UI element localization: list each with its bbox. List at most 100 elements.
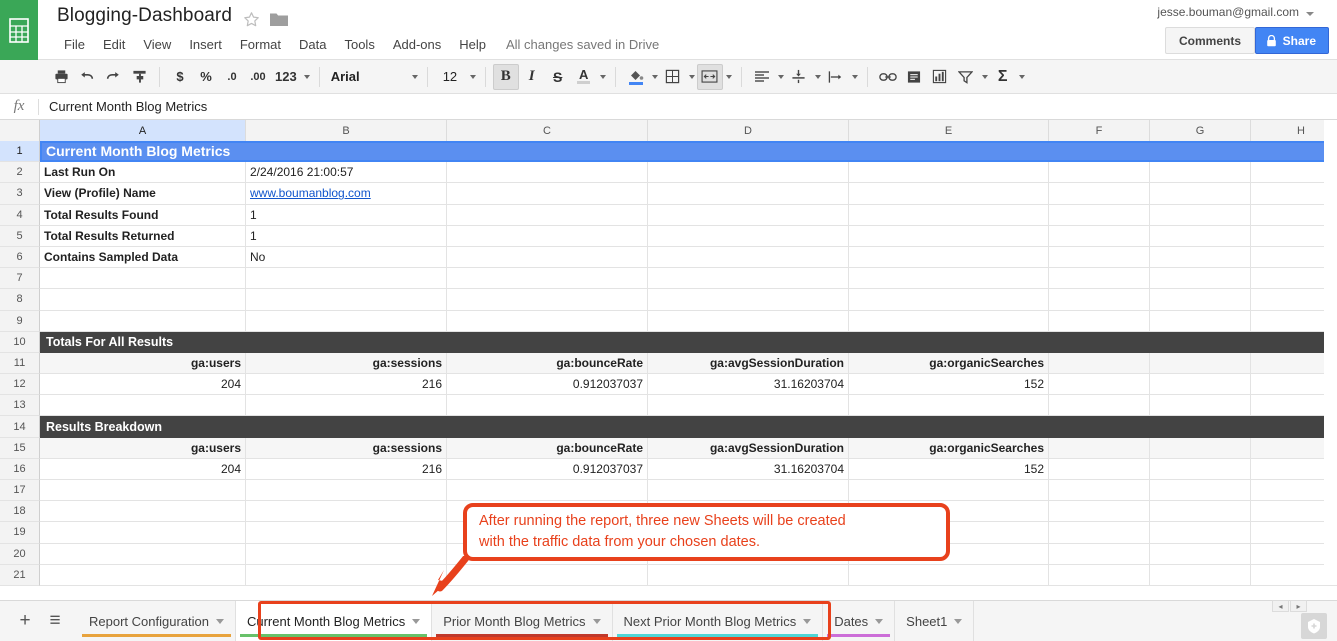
cell-G13[interactable] xyxy=(1150,395,1251,416)
row-header-8[interactable]: 8 xyxy=(0,289,40,310)
chevron-down-icon[interactable] xyxy=(1306,12,1314,16)
cell-D15[interactable]: ga:avgSessionDuration xyxy=(648,438,849,459)
cell-F16[interactable] xyxy=(1049,459,1150,480)
cell-G21[interactable] xyxy=(1150,565,1251,586)
cell-C17[interactable] xyxy=(447,480,648,501)
cell-D7[interactable] xyxy=(648,268,849,289)
percent-format-button[interactable]: % xyxy=(193,64,219,90)
row-header-11[interactable]: 11 xyxy=(0,353,40,374)
cell-D8[interactable] xyxy=(648,289,849,310)
strikethrough-button[interactable]: S xyxy=(545,64,571,90)
comment-icon[interactable] xyxy=(901,64,927,90)
cell-E2[interactable] xyxy=(849,162,1049,183)
cell-B9[interactable] xyxy=(246,311,447,332)
account-email[interactable]: jesse.bouman@gmail.com xyxy=(1157,5,1299,19)
cell-E4[interactable] xyxy=(849,205,1049,226)
cell-A13[interactable] xyxy=(40,395,246,416)
cell-E6[interactable] xyxy=(849,247,1049,268)
row-header-19[interactable]: 19 xyxy=(0,522,40,543)
all-sheets-button[interactable]: ≡ xyxy=(40,606,70,636)
cell-G4[interactable] xyxy=(1150,205,1251,226)
font-family-select[interactable]: Arial xyxy=(327,69,409,84)
cell-F8[interactable] xyxy=(1049,289,1150,310)
scroll-right-button[interactable]: ▸ xyxy=(1290,600,1307,612)
merge-cells-icon[interactable] xyxy=(697,64,723,90)
cell-E3[interactable] xyxy=(849,183,1049,204)
cell-G15[interactable] xyxy=(1150,438,1251,459)
cell-D3[interactable] xyxy=(648,183,849,204)
row-header-13[interactable]: 13 xyxy=(0,395,40,416)
cell-F5[interactable] xyxy=(1049,226,1150,247)
fill-color-caret-icon[interactable] xyxy=(652,75,658,79)
row-header-4[interactable]: 4 xyxy=(0,205,40,226)
sheet-tab-caret-icon[interactable] xyxy=(954,619,962,624)
cell-B6[interactable]: No xyxy=(246,247,447,268)
formula-input[interactable] xyxy=(39,99,1337,114)
sheet-tab-caret-icon[interactable] xyxy=(216,619,224,624)
cell-A17[interactable] xyxy=(40,480,246,501)
cell-C2[interactable] xyxy=(447,162,648,183)
row-header-14[interactable]: 14 xyxy=(0,416,40,437)
cell-G12[interactable] xyxy=(1150,374,1251,395)
sheet-tab-caret-icon[interactable] xyxy=(593,619,601,624)
cell-B11[interactable]: ga:sessions xyxy=(246,353,447,374)
cell-F4[interactable] xyxy=(1049,205,1150,226)
decrease-decimal-button[interactable]: .0 xyxy=(219,64,245,90)
cell-G19[interactable] xyxy=(1150,522,1251,543)
column-header-D[interactable]: D xyxy=(648,120,849,141)
row-header-6[interactable]: 6 xyxy=(0,247,40,268)
cell-D16[interactable]: 31.16203704 xyxy=(648,459,849,480)
menu-add-ons[interactable]: Add-ons xyxy=(384,35,450,54)
cell-D2[interactable] xyxy=(648,162,849,183)
cell-B5[interactable]: 1 xyxy=(246,226,447,247)
row-header-9[interactable]: 9 xyxy=(0,311,40,332)
cell-E5[interactable] xyxy=(849,226,1049,247)
text-color-button[interactable]: A xyxy=(571,64,597,90)
merge-cells-caret-icon[interactable] xyxy=(726,75,732,79)
column-header-G[interactable]: G xyxy=(1150,120,1251,141)
cell-C7[interactable] xyxy=(447,268,648,289)
sheet-tab-caret-icon[interactable] xyxy=(875,619,883,624)
cell-E9[interactable] xyxy=(849,311,1049,332)
cell-C16[interactable]: 0.912037037 xyxy=(447,459,648,480)
row-header-16[interactable]: 16 xyxy=(0,459,40,480)
cell-A7[interactable] xyxy=(40,268,246,289)
more-formats-caret-icon[interactable] xyxy=(304,75,310,79)
menu-file[interactable]: File xyxy=(55,35,94,54)
functions-button[interactable]: Σ xyxy=(990,64,1016,90)
cell-B8[interactable] xyxy=(246,289,447,310)
cell-G3[interactable] xyxy=(1150,183,1251,204)
cell-B4[interactable]: 1 xyxy=(246,205,447,226)
cell-F12[interactable] xyxy=(1049,374,1150,395)
vertical-scrollbar[interactable] xyxy=(1324,120,1337,580)
font-family-caret-icon[interactable] xyxy=(412,75,418,79)
cell-F13[interactable] xyxy=(1049,395,1150,416)
text-wrap-icon[interactable] xyxy=(823,64,849,90)
menu-edit[interactable]: Edit xyxy=(94,35,134,54)
sheet-tab-current-month-blog-metrics[interactable]: Current Month Blog Metrics xyxy=(236,601,432,641)
cell-F21[interactable] xyxy=(1049,565,1150,586)
cell-A18[interactable] xyxy=(40,501,246,522)
cell-E12[interactable]: 152 xyxy=(849,374,1049,395)
cell-C5[interactable] xyxy=(447,226,648,247)
column-header-F[interactable]: F xyxy=(1049,120,1150,141)
cell-D11[interactable]: ga:avgSessionDuration xyxy=(648,353,849,374)
cell-D12[interactable]: 31.16203704 xyxy=(648,374,849,395)
row-header-15[interactable]: 15 xyxy=(0,438,40,459)
column-header-E[interactable]: E xyxy=(849,120,1049,141)
scroll-left-button[interactable]: ◂ xyxy=(1272,600,1289,612)
currency-format-button[interactable]: $ xyxy=(167,64,193,90)
cell-E15[interactable]: ga:organicSearches xyxy=(849,438,1049,459)
align-left-icon[interactable] xyxy=(749,64,775,90)
italic-button[interactable]: I xyxy=(519,64,545,90)
cell-A19[interactable] xyxy=(40,522,246,543)
cell-B3[interactable]: www.boumanblog.com xyxy=(246,183,447,204)
row-header-10[interactable]: 10 xyxy=(0,332,40,353)
text-wrap-caret-icon[interactable] xyxy=(852,75,858,79)
section-banner[interactable]: Totals For All Results xyxy=(40,332,1337,353)
cell-B2[interactable]: 2/24/2016 21:00:57 xyxy=(246,162,447,183)
text-color-caret-icon[interactable] xyxy=(600,75,606,79)
row-header-5[interactable]: 5 xyxy=(0,226,40,247)
row-header-18[interactable]: 18 xyxy=(0,501,40,522)
cell-C12[interactable]: 0.912037037 xyxy=(447,374,648,395)
